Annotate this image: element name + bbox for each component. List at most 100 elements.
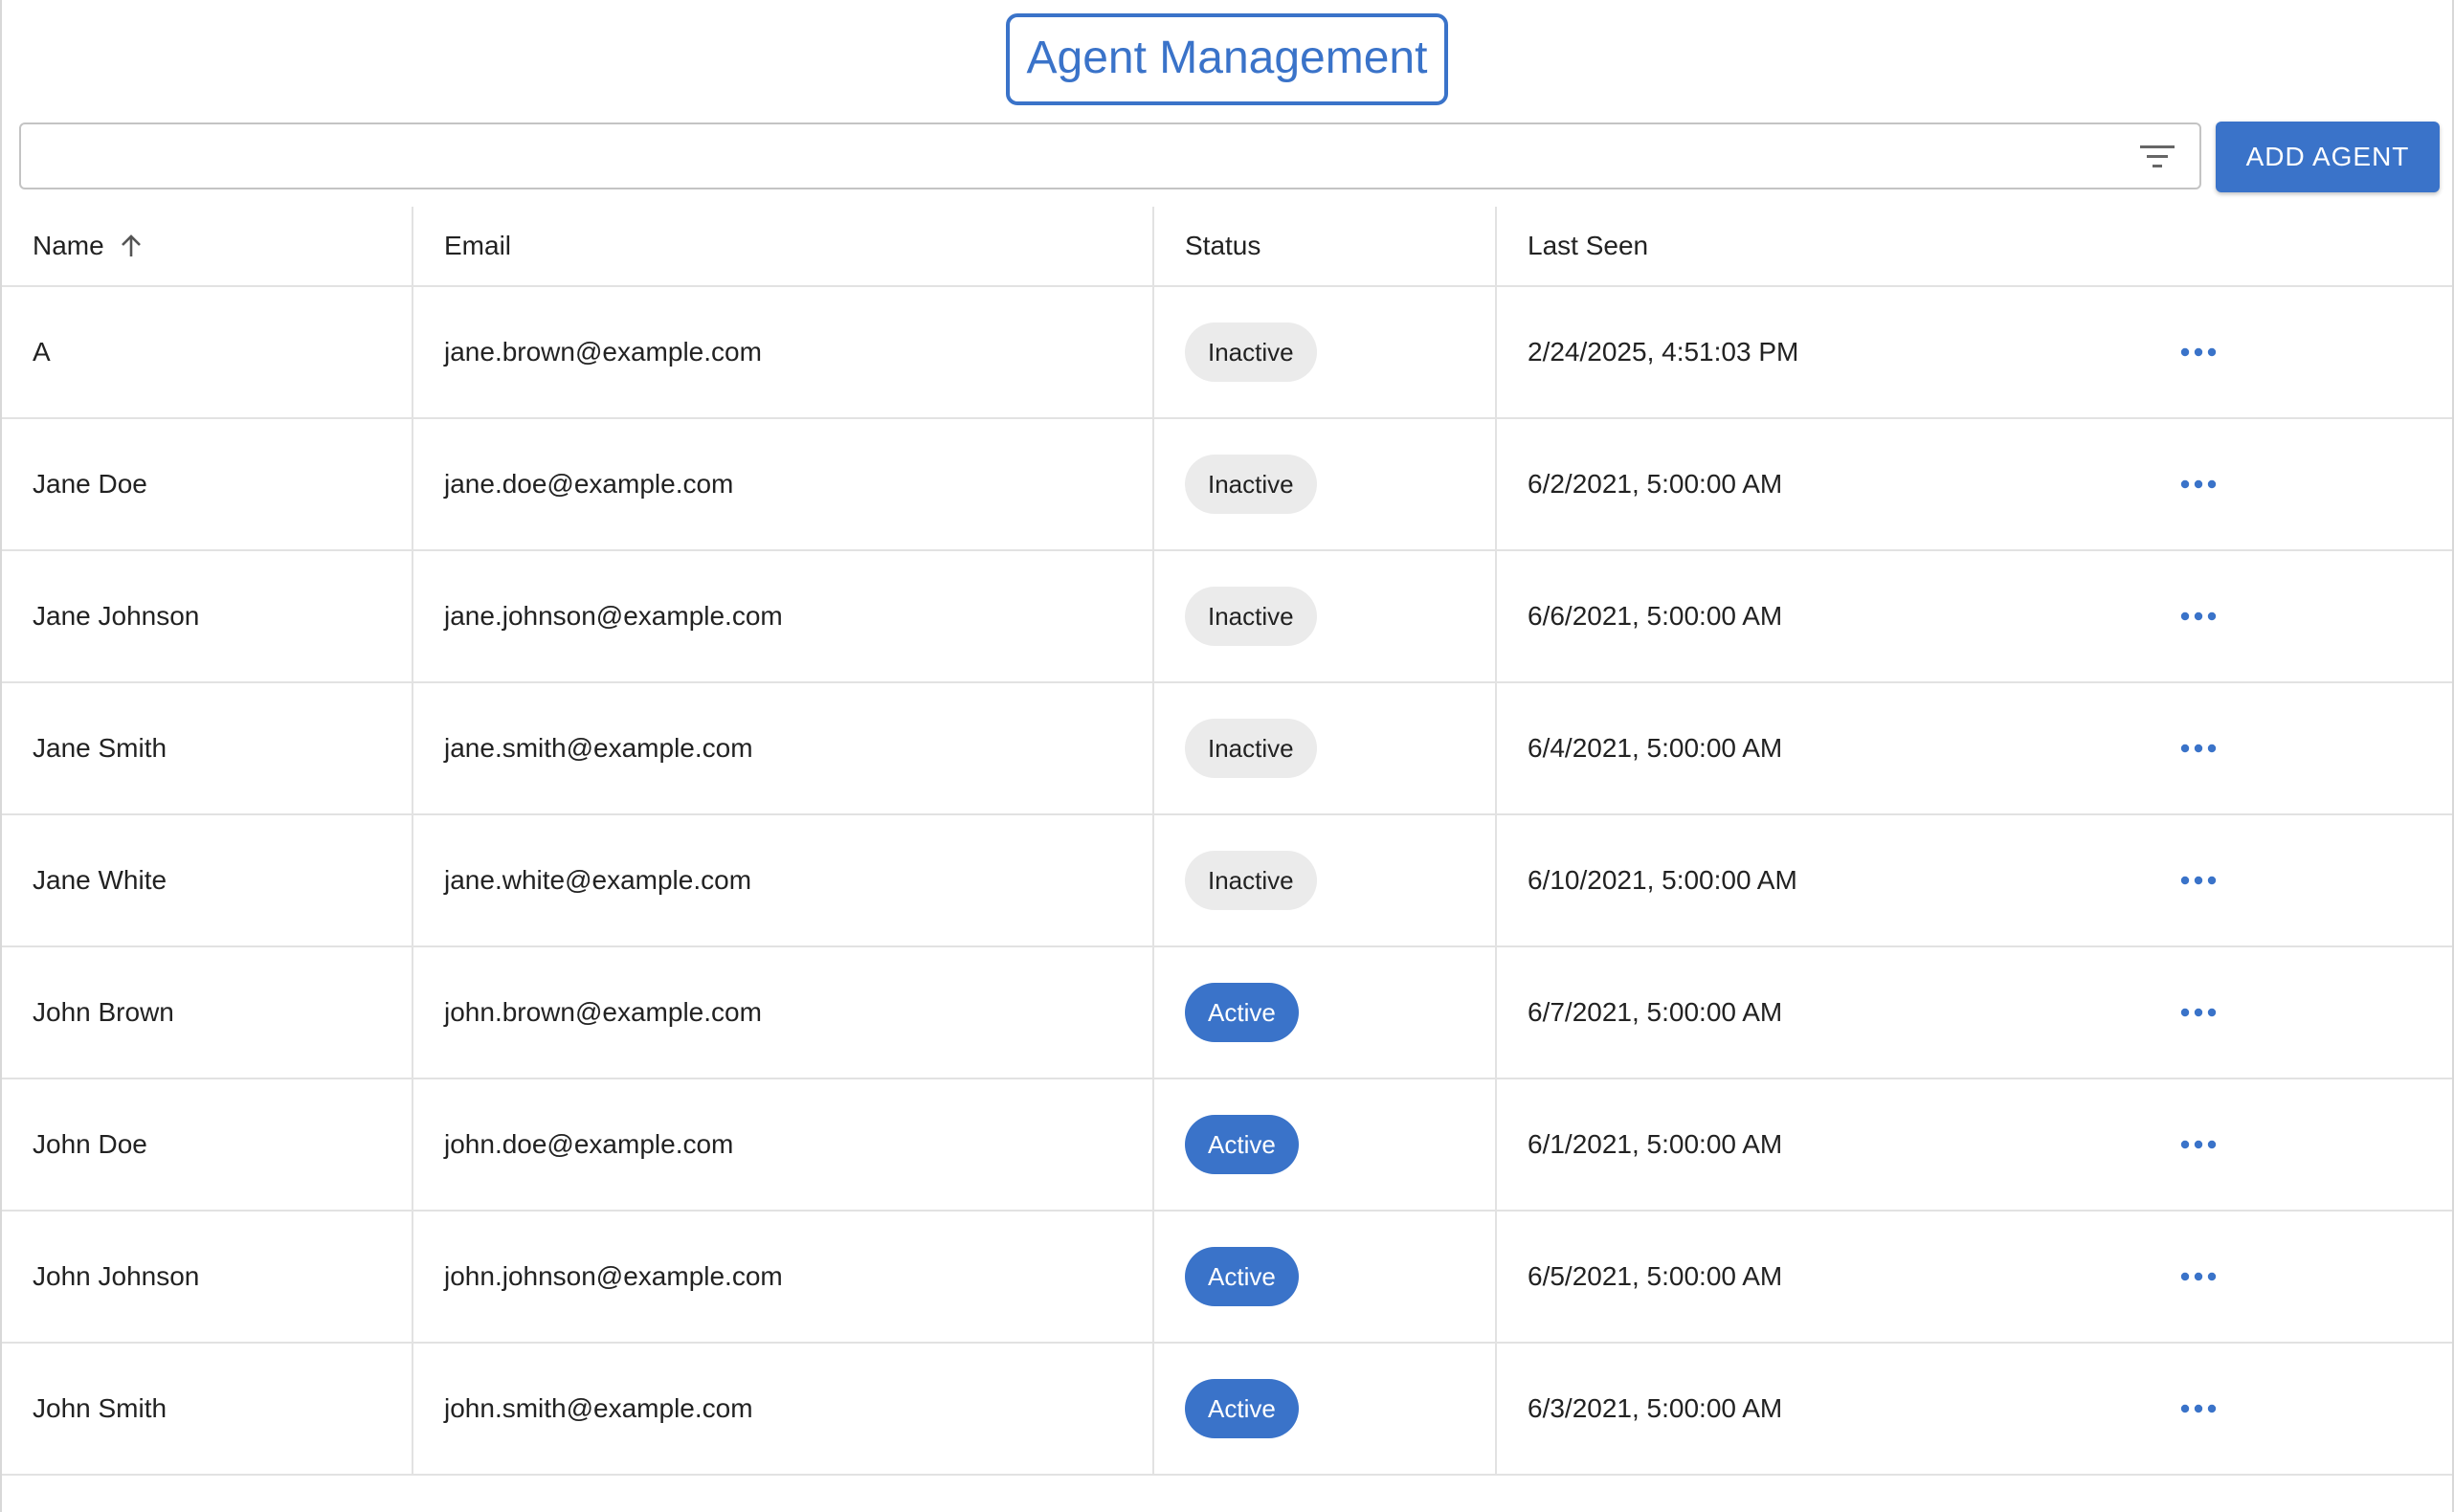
agent-name: John Johnson [33,1261,200,1291]
status-badge: Inactive [1185,719,1317,778]
search-box [19,122,2201,189]
cell-name: Jane White [2,815,413,945]
cell-last-seen: 6/10/2021, 5:00:00 AM [1497,815,2071,945]
column-header-label: Email [444,231,512,260]
more-horizontal-icon[interactable] [2179,1271,2218,1282]
column-header-last-seen[interactable]: Last Seen [1497,207,2071,285]
cell-name: John Smith [2,1344,413,1474]
column-header-email[interactable]: Email [413,207,1154,285]
cell-name: John Doe [2,1079,413,1210]
more-horizontal-icon[interactable] [2179,1007,2218,1018]
status-badge: Active [1185,1115,1299,1174]
more-horizontal-icon[interactable] [2179,875,2218,886]
last-seen-time: 6/2/2021, 5:00:00 AM [1528,469,1783,499]
cell-email: john.smith@example.com [413,1344,1154,1474]
agent-name: John Brown [33,997,174,1027]
app-frame: Agent Management ADD AGENT Name Email St… [0,0,2454,1512]
cell-name: Jane Johnson [2,551,413,681]
cell-email: jane.johnson@example.com [413,551,1154,681]
agent-name: John Doe [33,1129,147,1159]
cell-email: jane.white@example.com [413,815,1154,945]
table-row[interactable]: John Johnson john.johnson@example.com Acti… [2,1212,2452,1344]
row-actions [2146,287,2251,417]
agent-email: john.brown@example.com [444,997,762,1027]
row-actions [2146,1212,2251,1342]
status-badge: Active [1185,983,1299,1042]
last-seen-time: 2/24/2025, 4:51:03 PM [1528,337,1799,367]
more-horizontal-icon[interactable] [2179,1139,2218,1150]
more-horizontal-icon[interactable] [2179,478,2218,490]
table-row[interactable]: John Doe john.doe@example.com Active 6/1/20… [2,1079,2452,1212]
arrow-up-icon[interactable] [118,233,145,259]
agent-name: Jane White [33,865,167,895]
cell-status: Inactive [1154,815,1497,945]
table-row[interactable]: Jane Doe jane.doe@example.com Inactive 6/2/… [2,419,2452,551]
status-badge: Active [1185,1379,1299,1438]
last-seen-time: 6/5/2021, 5:00:00 AM [1528,1261,1783,1291]
row-actions [2146,1344,2251,1474]
agents-table: Name Email Status Last Seen Ajane.brown@… [2,207,2452,1476]
agent-email: jane.smith@example.com [444,733,753,763]
status-badge: Active [1185,1247,1299,1306]
last-seen-time: 6/6/2021, 5:00:00 AM [1528,601,1783,631]
cell-last-seen: 6/4/2021, 5:00:00 AM [1497,683,2071,813]
cell-email: jane.smith@example.com [413,683,1154,813]
status-badge: Inactive [1185,455,1317,514]
agent-name: A [33,337,51,367]
cell-email: jane.brown@example.com [413,287,1154,417]
agent-name: Jane Johnson [33,601,200,631]
cell-email: john.doe@example.com [413,1079,1154,1210]
row-actions [2146,551,2251,681]
agent-email: john.johnson@example.com [444,1261,783,1291]
last-seen-time: 6/7/2021, 5:00:00 AM [1528,997,1783,1027]
agent-email: jane.doe@example.com [444,469,734,499]
page-title: Agent Management [1005,13,1449,105]
cell-status: Inactive [1154,419,1497,549]
last-seen-time: 6/1/2021, 5:00:00 AM [1528,1129,1783,1159]
table-row[interactable]: Jane Johnson jane.johnson@example.com Inac… [2,551,2452,683]
cell-last-seen: 6/2/2021, 5:00:00 AM [1497,419,2071,549]
table-row[interactable]: John Brown john.brown@example.com Active 6/… [2,947,2452,1079]
last-seen-time: 6/4/2021, 5:00:00 AM [1528,733,1783,763]
cell-name: A [2,287,413,417]
cell-last-seen: 6/3/2021, 5:00:00 AM [1497,1344,2071,1474]
cell-status: Active [1154,1344,1497,1474]
row-actions [2146,947,2251,1078]
row-actions [2146,815,2251,945]
add-agent-button[interactable]: ADD AGENT [2216,122,2440,192]
table-row[interactable]: Jane White jane.white@example.com Inactive… [2,815,2452,947]
cell-last-seen: 6/5/2021, 5:00:00 AM [1497,1212,2071,1342]
row-actions [2146,1079,2251,1210]
agent-name: John Smith [33,1393,167,1423]
cell-email: john.brown@example.com [413,947,1154,1078]
last-seen-time: 6/3/2021, 5:00:00 AM [1528,1393,1783,1423]
table-row[interactable]: Ajane.brown@example.com Inactive 2/24/2025… [2,287,2452,419]
column-header-name[interactable]: Name [2,207,413,285]
more-horizontal-icon[interactable] [2179,346,2218,358]
search-input[interactable] [21,124,2108,188]
agent-email: jane.johnson@example.com [444,601,783,631]
agent-email: jane.brown@example.com [444,337,762,367]
cell-status: Inactive [1154,551,1497,681]
agent-name: Jane Doe [33,469,147,499]
agent-email: jane.white@example.com [444,865,752,895]
cell-status: Inactive [1154,683,1497,813]
agent-email: john.smith@example.com [444,1393,753,1423]
more-horizontal-icon[interactable] [2179,1403,2218,1414]
more-horizontal-icon[interactable] [2179,611,2218,622]
cell-name: Jane Doe [2,419,413,549]
table-body: Ajane.brown@example.com Inactive 2/24/2025… [2,287,2452,1476]
column-header-label: Last Seen [1528,231,1649,260]
table-row[interactable]: Jane Smith jane.smith@example.com Inactive… [2,683,2452,815]
cell-email: jane.doe@example.com [413,419,1154,549]
last-seen-time: 6/10/2021, 5:00:00 AM [1528,865,1797,895]
table-row[interactable]: John Smith john.smith@example.com Active 6/… [2,1344,2452,1476]
column-header-label: Status [1185,231,1261,260]
column-header-status[interactable]: Status [1154,207,1497,285]
cell-name: Jane Smith [2,683,413,813]
agent-email: john.doe@example.com [444,1129,734,1159]
cell-last-seen: 2/24/2025, 4:51:03 PM [1497,287,2071,417]
more-horizontal-icon[interactable] [2179,743,2218,754]
cell-status: Inactive [1154,287,1497,417]
filter-list-icon[interactable] [2138,142,2176,172]
